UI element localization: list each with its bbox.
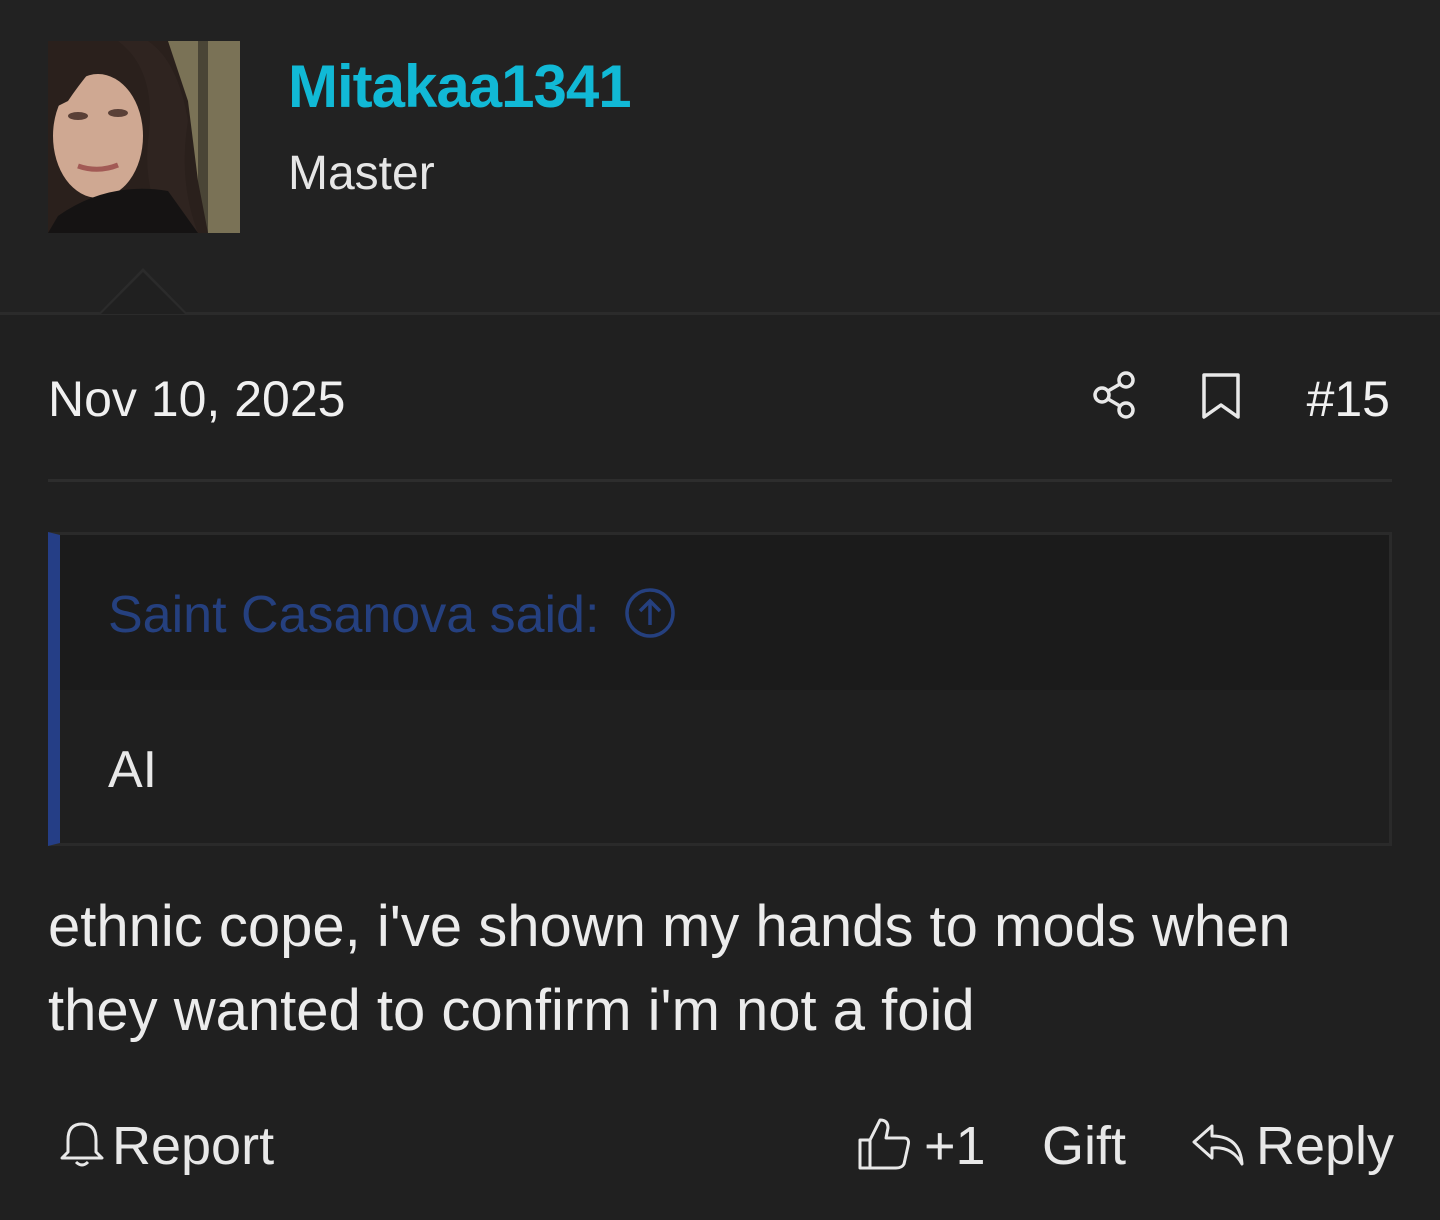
user-title: Master — [288, 147, 435, 200]
reply-button[interactable]: Reply — [1256, 1115, 1394, 1177]
gift-button[interactable]: Gift — [1042, 1115, 1126, 1177]
post-number-link[interactable]: #15 — [1307, 370, 1390, 428]
report-button[interactable]: Report — [112, 1115, 274, 1177]
quote-header: Saint Casanova said: — [60, 535, 1389, 690]
quote-text: AI — [108, 741, 158, 799]
post-date[interactable]: Nov 10, 2025 — [48, 370, 345, 428]
reply-arrow-icon[interactable] — [1190, 1120, 1246, 1170]
quote-author[interactable]: Saint Casanova said: — [108, 585, 599, 645]
bookmark-icon[interactable] — [1200, 372, 1242, 420]
share-icon[interactable] — [1090, 370, 1138, 420]
username-link[interactable]: Mitakaa1341 — [288, 52, 632, 121]
user-header: Mitakaa1341 Master — [0, 0, 1440, 312]
post-message: ethnic cope, i've shown my hands to mods… — [48, 894, 1291, 1043]
arrow-up-circle-icon[interactable] — [624, 587, 676, 639]
reaction-count[interactable]: +1 — [924, 1115, 986, 1177]
post-header-divider — [48, 479, 1392, 482]
bell-icon[interactable] — [60, 1120, 104, 1170]
header-divider — [0, 312, 1440, 315]
header-pointer-fill — [101, 272, 185, 314]
avatar[interactable] — [48, 41, 240, 233]
thumbs-up-icon[interactable] — [856, 1116, 912, 1172]
quote-block: Saint Casanova said: AI — [48, 532, 1392, 846]
